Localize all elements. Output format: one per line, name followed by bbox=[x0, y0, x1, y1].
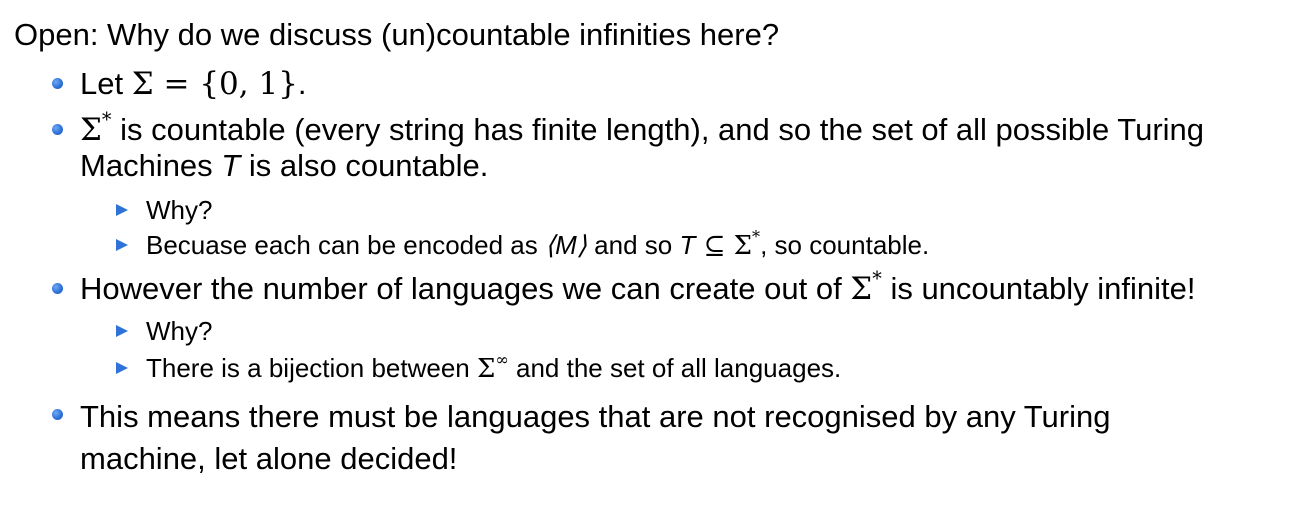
bullet-sigma-star-countable: Σ* is countable (every string has finite… bbox=[80, 110, 1290, 184]
slide-title: Open: Why do we discuss (un)countable in… bbox=[14, 17, 780, 52]
triangle-bullet-icon bbox=[116, 362, 128, 374]
bullet-dot-icon bbox=[52, 78, 63, 89]
bullet-text: However the number of languages we can c… bbox=[80, 271, 851, 306]
bullet-line: machine, let alone decided! bbox=[80, 441, 458, 476]
sub-text: and so bbox=[586, 230, 680, 260]
bullet-let-sigma: Let Σ = {0, 1}. bbox=[80, 66, 307, 102]
sub-bullet-encoding: Becuase each can be encoded as ⟨M⟩ and s… bbox=[146, 226, 930, 262]
triangle-bullet-icon bbox=[116, 239, 128, 251]
bullet-line: This means there must be languages that … bbox=[80, 399, 1111, 434]
sub-text: Becuase each can be encoded as bbox=[146, 230, 545, 260]
math-T: T bbox=[679, 230, 696, 260]
bullet-line: Σ* is countable (every string has finite… bbox=[80, 110, 1290, 148]
kleene-star: * bbox=[752, 226, 761, 246]
bullet-text: Machines bbox=[80, 148, 222, 183]
bullet-text: is countable (every string has finite le… bbox=[111, 112, 1205, 147]
sub-text: , so countable. bbox=[760, 230, 930, 260]
sub-bullet-why: Why? bbox=[146, 195, 213, 225]
kleene-star: * bbox=[872, 266, 882, 290]
triangle-bullet-icon bbox=[116, 325, 128, 337]
bullet-dot-icon bbox=[52, 124, 63, 135]
sub-bullet-why: Why? bbox=[146, 316, 213, 346]
bullet-text: is uncountably infinite! bbox=[881, 271, 1196, 306]
slide: Open: Why do we discuss (un)countable in… bbox=[0, 0, 1302, 514]
subset-relation: ⊆ Σ bbox=[695, 231, 753, 261]
triangle-bullet-icon bbox=[116, 204, 128, 216]
sigma-symbol: Σ bbox=[80, 112, 102, 148]
sigma-definition: Σ = {0, 1} bbox=[131, 66, 298, 102]
kleene-star: * bbox=[101, 107, 112, 131]
sub-bullet-bijection: There is a bijection between Σ∞ and the … bbox=[146, 349, 842, 385]
bullet-unrecognised-languages: This means there must be languages that … bbox=[80, 396, 1111, 480]
sigma-symbol: Σ bbox=[850, 271, 873, 307]
bullet-line: Machines T is also countable. bbox=[80, 148, 1290, 184]
encoded-machine: ⟨M⟩ bbox=[544, 230, 587, 260]
bullet-uncountable-languages: However the number of languages we can c… bbox=[80, 269, 1196, 307]
bullet-dot-icon bbox=[52, 283, 63, 294]
bullet-suffix: . bbox=[297, 66, 307, 101]
math-T: T bbox=[221, 148, 241, 183]
sub-text: and the set of all languages. bbox=[508, 353, 842, 383]
sigma-symbol: Σ bbox=[476, 354, 496, 384]
infinity-superscript: ∞ bbox=[495, 349, 509, 369]
sub-text: There is a bijection between bbox=[146, 353, 477, 383]
bullet-text: is also countable. bbox=[240, 148, 489, 183]
bullet-prefix: Let bbox=[80, 66, 132, 101]
bullet-dot-icon bbox=[52, 409, 63, 420]
